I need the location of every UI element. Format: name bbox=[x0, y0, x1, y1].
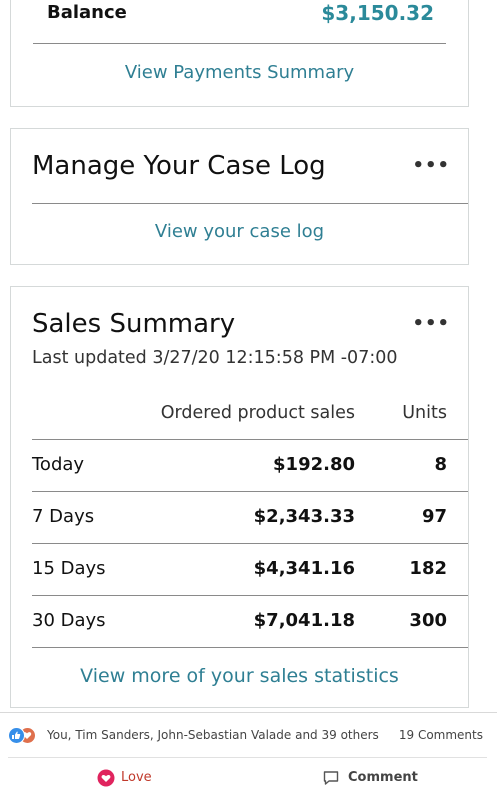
social-footer: You, Tim Sanders, John-Sebastian Valade … bbox=[0, 712, 497, 799]
divider bbox=[32, 647, 468, 648]
row-units: 182 bbox=[409, 558, 447, 579]
case-log-title: Manage Your Case Log bbox=[32, 151, 326, 181]
case-log-menu-icon[interactable]: ••• bbox=[412, 155, 450, 176]
row-sales: $2,343.33 bbox=[253, 506, 355, 527]
row-units: 97 bbox=[421, 506, 447, 527]
row-label: 15 Days bbox=[32, 558, 106, 579]
comment-label: Comment bbox=[348, 770, 418, 785]
balance-label: Balance bbox=[47, 2, 127, 23]
reactions-text[interactable]: You, Tim Sanders, John-Sebastian Valade … bbox=[47, 728, 379, 742]
row-units: 8 bbox=[434, 454, 447, 475]
sales-row-15-days: 15 Days $4,341.16 182 bbox=[32, 543, 468, 595]
row-label: 7 Days bbox=[32, 506, 95, 527]
row-sales: $7,041.18 bbox=[253, 610, 355, 631]
view-case-log-link[interactable]: View your case log bbox=[11, 221, 468, 242]
row-label: 30 Days bbox=[32, 610, 106, 631]
divider bbox=[8, 757, 487, 758]
view-payments-summary-link[interactable]: View Payments Summary bbox=[11, 62, 468, 83]
love-label: Love bbox=[121, 770, 152, 785]
balance-row: Balance $3,150.32 bbox=[33, 0, 446, 44]
heart-icon bbox=[97, 769, 115, 787]
view-sales-statistics-link[interactable]: View more of your sales statistics bbox=[11, 665, 468, 687]
column-header-units: Units bbox=[402, 403, 447, 423]
sales-summary-title: Sales Summary bbox=[32, 309, 236, 339]
row-label: Today bbox=[32, 454, 85, 475]
sales-row-30-days: 30 Days $7,041.18 300 bbox=[32, 595, 468, 647]
case-log-card: Manage Your Case Log ••• View your case … bbox=[10, 128, 469, 265]
payments-card: Balance $3,150.32 View Payments Summary bbox=[10, 0, 469, 107]
column-header-sales: Ordered product sales bbox=[160, 403, 355, 423]
row-sales: $192.80 bbox=[273, 454, 355, 475]
comments-count[interactable]: 19 Comments bbox=[399, 728, 483, 742]
sales-summary-menu-icon[interactable]: ••• bbox=[412, 313, 450, 334]
last-updated-text: Last updated 3/27/20 12:15:58 PM -07:00 bbox=[32, 348, 398, 368]
like-icon bbox=[8, 727, 25, 744]
sales-summary-card: Sales Summary ••• Last updated 3/27/20 1… bbox=[10, 286, 469, 708]
row-units: 300 bbox=[409, 610, 447, 631]
sales-row-7-days: 7 Days $2,343.33 97 bbox=[32, 491, 468, 543]
divider bbox=[32, 203, 468, 204]
comment-icon bbox=[323, 771, 339, 785]
balance-value: $3,150.32 bbox=[321, 1, 434, 25]
sales-row-today: Today $192.80 8 bbox=[32, 439, 468, 491]
comment-button[interactable]: Comment bbox=[322, 769, 422, 791]
love-button[interactable]: Love bbox=[97, 769, 167, 791]
row-sales: $4,341.16 bbox=[253, 558, 355, 579]
